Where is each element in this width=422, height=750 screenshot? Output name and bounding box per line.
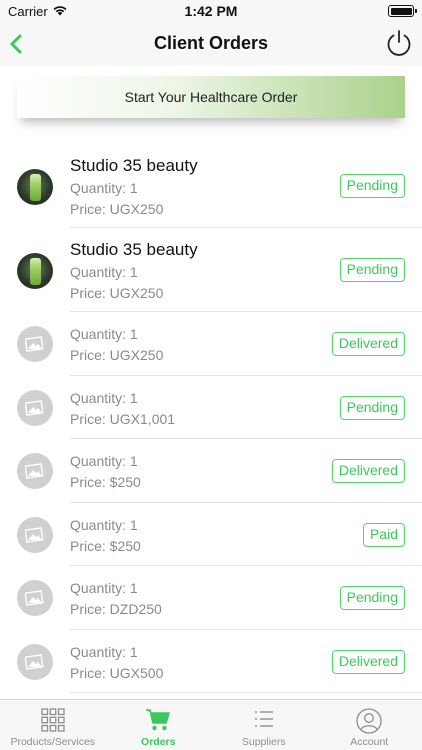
image-placeholder-icon [17,580,53,616]
image-placeholder-icon [17,516,53,553]
order-price: Price: $250 [70,537,141,554]
order-row[interactable]: Quantity: 1 Price: $250 Delivered [0,439,422,503]
order-price: Price: DZD250 [70,601,162,617]
order-price: Price: UGX1,001 [70,410,176,427]
order-row[interactable]: Studio 35 beauty Quantity: 1 Price: UGX2… [0,228,422,312]
status-badge: Pending [339,258,405,282]
status-badge: Pending [339,174,405,198]
order-quantity: Quantity: 1 [70,180,138,196]
order-name: Studio 35 beauty [70,240,198,259]
image-placeholder-icon [17,453,53,489]
order-price: Price: UGX500 [70,664,164,681]
clock: 1:42 PM [184,3,238,19]
tab-label: Products/Services [10,736,96,748]
image-placeholder-icon [17,389,53,426]
order-quantity: Quantity: 1 [70,580,138,596]
navigation-bar: Client Orders [0,22,422,66]
tab-account[interactable]: Account [317,700,422,750]
order-row[interactable]: Quantity: 1 Price: UGX250 Delivered [0,312,422,376]
status-badge: Pending [339,395,405,420]
order-quantity: Quantity: 1 [70,389,138,406]
status-badge: Delivered [331,332,405,356]
order-quantity: Quantity: 1 [70,516,138,533]
tab-products-services[interactable]: Products/Services [0,700,106,750]
status-badge: Pending [339,586,405,610]
battery-icon [388,5,417,17]
order-quantity: Quantity: 1 [70,643,138,660]
cart-icon [146,709,171,731]
tab-label: Account [350,736,389,748]
order-quantity: Quantity: 1 [70,326,138,342]
status-badge: Delivered [331,649,405,674]
order-row[interactable]: Quantity: 1 Price: $250 Paid [0,503,422,566]
order-row[interactable]: Studio 35 beauty Quantity: 1 Price: UGX2… [0,144,422,228]
product-photo [17,253,53,289]
status-badge: Delivered [331,459,405,483]
orders-list: Studio 35 beauty Quantity: 1 Price: UGX2… [0,144,422,693]
power-icon[interactable] [384,28,414,58]
account-icon [356,708,382,734]
tab-label: Orders [141,736,176,748]
order-row[interactable]: Quantity: 1 Price: UGX500 Delivered [0,630,422,693]
tab-orders[interactable]: Orders [106,700,212,750]
status-badge: Paid [362,522,405,547]
status-bar: Carrier 1:42 PM [0,0,422,22]
order-name: Studio 35 beauty [70,156,198,175]
start-healthcare-order-button[interactable]: Start Your Healthcare Order [17,76,405,118]
image-placeholder-icon [17,643,53,680]
grid-icon [41,708,65,732]
order-price: Price: UGX250 [70,347,164,363]
order-price: Price: $250 [70,474,141,490]
order-row[interactable]: Quantity: 1 Price: DZD250 Pending [0,566,422,630]
order-price: Price: UGX250 [70,285,164,301]
tab-suppliers[interactable]: Suppliers [211,700,317,750]
banner-label: Start Your Healthcare Order [124,89,298,105]
page-title: Client Orders [153,33,269,53]
order-quantity: Quantity: 1 [70,264,138,280]
list-icon [254,711,273,727]
order-quantity: Quantity: 1 [70,453,138,469]
product-photo [17,169,53,205]
tab-bar: Products/Services Orders Suppliers Accou… [0,699,422,750]
tab-label: Suppliers [241,736,286,748]
row-divider [70,692,422,693]
order-price: Price: UGX250 [70,201,164,217]
image-placeholder-icon [17,326,53,362]
order-row[interactable]: Quantity: 1 Price: UGX1,001 Pending [0,376,422,439]
